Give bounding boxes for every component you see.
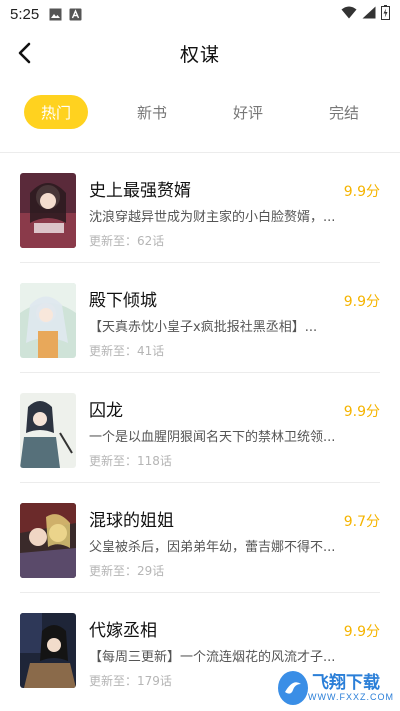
book-cover: [20, 393, 76, 468]
book-description: 沈浪穿越异世成为财主家的小白脸赘婿，...: [89, 210, 336, 225]
page-title: 权谋: [179, 43, 220, 66]
signal-icon: [362, 6, 376, 23]
book-score: 9.9分: [343, 294, 380, 310]
book-score: 9.9分: [343, 184, 380, 200]
image-notification-icon: [49, 8, 62, 21]
status-bar: 5:25: [0, 0, 400, 28]
app-notification-icon: [69, 8, 82, 21]
battery-icon: [381, 4, 390, 24]
book-cover: [20, 173, 76, 248]
book-title: 史上最强赘婿: [89, 181, 191, 201]
book-cover: [20, 503, 76, 578]
book-item[interactable]: 囚龙 一个是以血腥阴狠闻名天下的禁林卫统领... 更新至：118话 9.9分: [0, 373, 400, 483]
tab-top-rated[interactable]: 好评: [216, 95, 280, 129]
book-cover: [20, 283, 76, 358]
book-description: 【天真赤忱小皇子x疯批报社黑丞相】...: [89, 320, 318, 335]
book-title: 代嫁丞相: [89, 621, 157, 641]
status-time: 5:25: [10, 5, 40, 23]
book-item[interactable]: 史上最强赘婿 沈浪穿越异世成为财主家的小白脸赘婿，... 更新至：62话 9.9…: [0, 153, 400, 263]
book-title: 混球的姐姐: [89, 511, 174, 531]
book-item[interactable]: 殿下倾城 【天真赤忱小皇子x疯批报社黑丞相】... 更新至：41话 9.9分: [0, 263, 400, 373]
book-item[interactable]: 混球的姐姐 父皇被杀后，因弟弟年幼，蕾吉娜不得不... 更新至：29话 9.7分: [0, 483, 400, 593]
book-update-status: 更新至：179话: [89, 674, 172, 688]
watermark: 飞翔下载 WWW.FXXZ.COM: [278, 668, 394, 708]
chevron-left-icon: [18, 42, 31, 64]
tab-new[interactable]: 新书: [120, 95, 184, 129]
book-update-status: 更新至：29话: [89, 564, 165, 578]
book-update-status: 更新至：62话: [89, 234, 165, 248]
book-title: 殿下倾城: [89, 291, 157, 311]
book-score: 9.9分: [343, 404, 380, 420]
watermark-text: 飞翔下载: [312, 672, 380, 693]
book-description: 父皇被杀后，因弟弟年幼，蕾吉娜不得不...: [89, 540, 336, 555]
book-description: 一个是以血腥阴狠闻名天下的禁林卫统领...: [89, 430, 336, 445]
tab-hot[interactable]: 热门: [24, 95, 88, 129]
book-title: 囚龙: [89, 401, 123, 421]
category-tabs: 热门 新书 好评 完结: [0, 95, 400, 131]
watermark-subtext: WWW.FXXZ.COM: [308, 691, 394, 702]
book-description: 【每周三更新】一个流连烟花的风流才子...: [89, 650, 336, 665]
book-score: 9.9分: [343, 624, 380, 640]
watermark-logo-icon: [278, 671, 308, 705]
header: 权谋: [0, 28, 400, 78]
book-cover: [20, 613, 76, 688]
wifi-icon: [341, 6, 357, 23]
book-score: 9.7分: [343, 514, 380, 530]
book-update-status: 更新至：118话: [89, 454, 172, 468]
book-update-status: 更新至：41话: [89, 344, 165, 358]
back-button[interactable]: [10, 38, 40, 68]
tab-completed[interactable]: 完结: [312, 95, 376, 129]
